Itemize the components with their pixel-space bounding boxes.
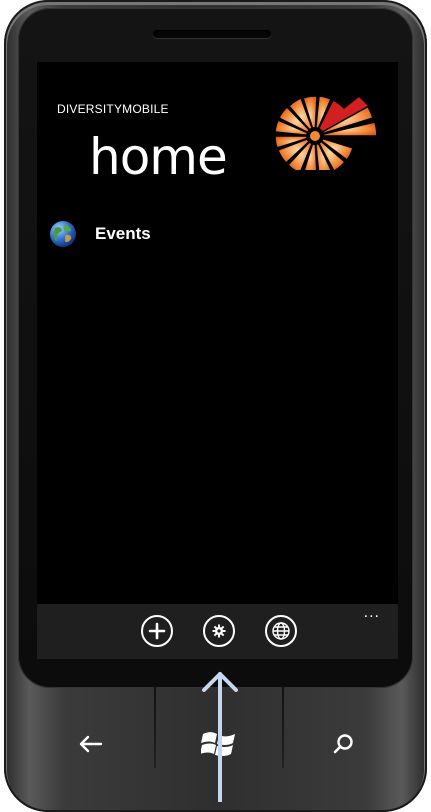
globe-button[interactable] [265,615,297,647]
app-name: DIVERSITYMOBILE [57,102,169,116]
application-bar: ... [37,604,398,659]
annotation-arrow-icon [202,672,238,802]
back-button[interactable] [26,686,154,802]
add-button[interactable] [141,615,173,647]
phone-screen: DIVERSITYMOBILE home Events ... [37,62,398,659]
add-icon [148,622,166,640]
list-item-label: Events [95,224,151,243]
search-icon [333,734,353,754]
more-menu-button[interactable]: ... [364,604,380,622]
app-logo [274,96,378,170]
back-icon [79,735,103,753]
settings-button[interactable] [203,615,235,647]
earpiece-speaker [153,30,271,38]
globe-icon [272,622,290,640]
settings-icon [212,624,226,638]
globe-icon [50,221,76,247]
page-title: home [89,128,228,186]
list-item-events[interactable]: Events [49,219,151,249]
search-button[interactable] [284,686,402,802]
